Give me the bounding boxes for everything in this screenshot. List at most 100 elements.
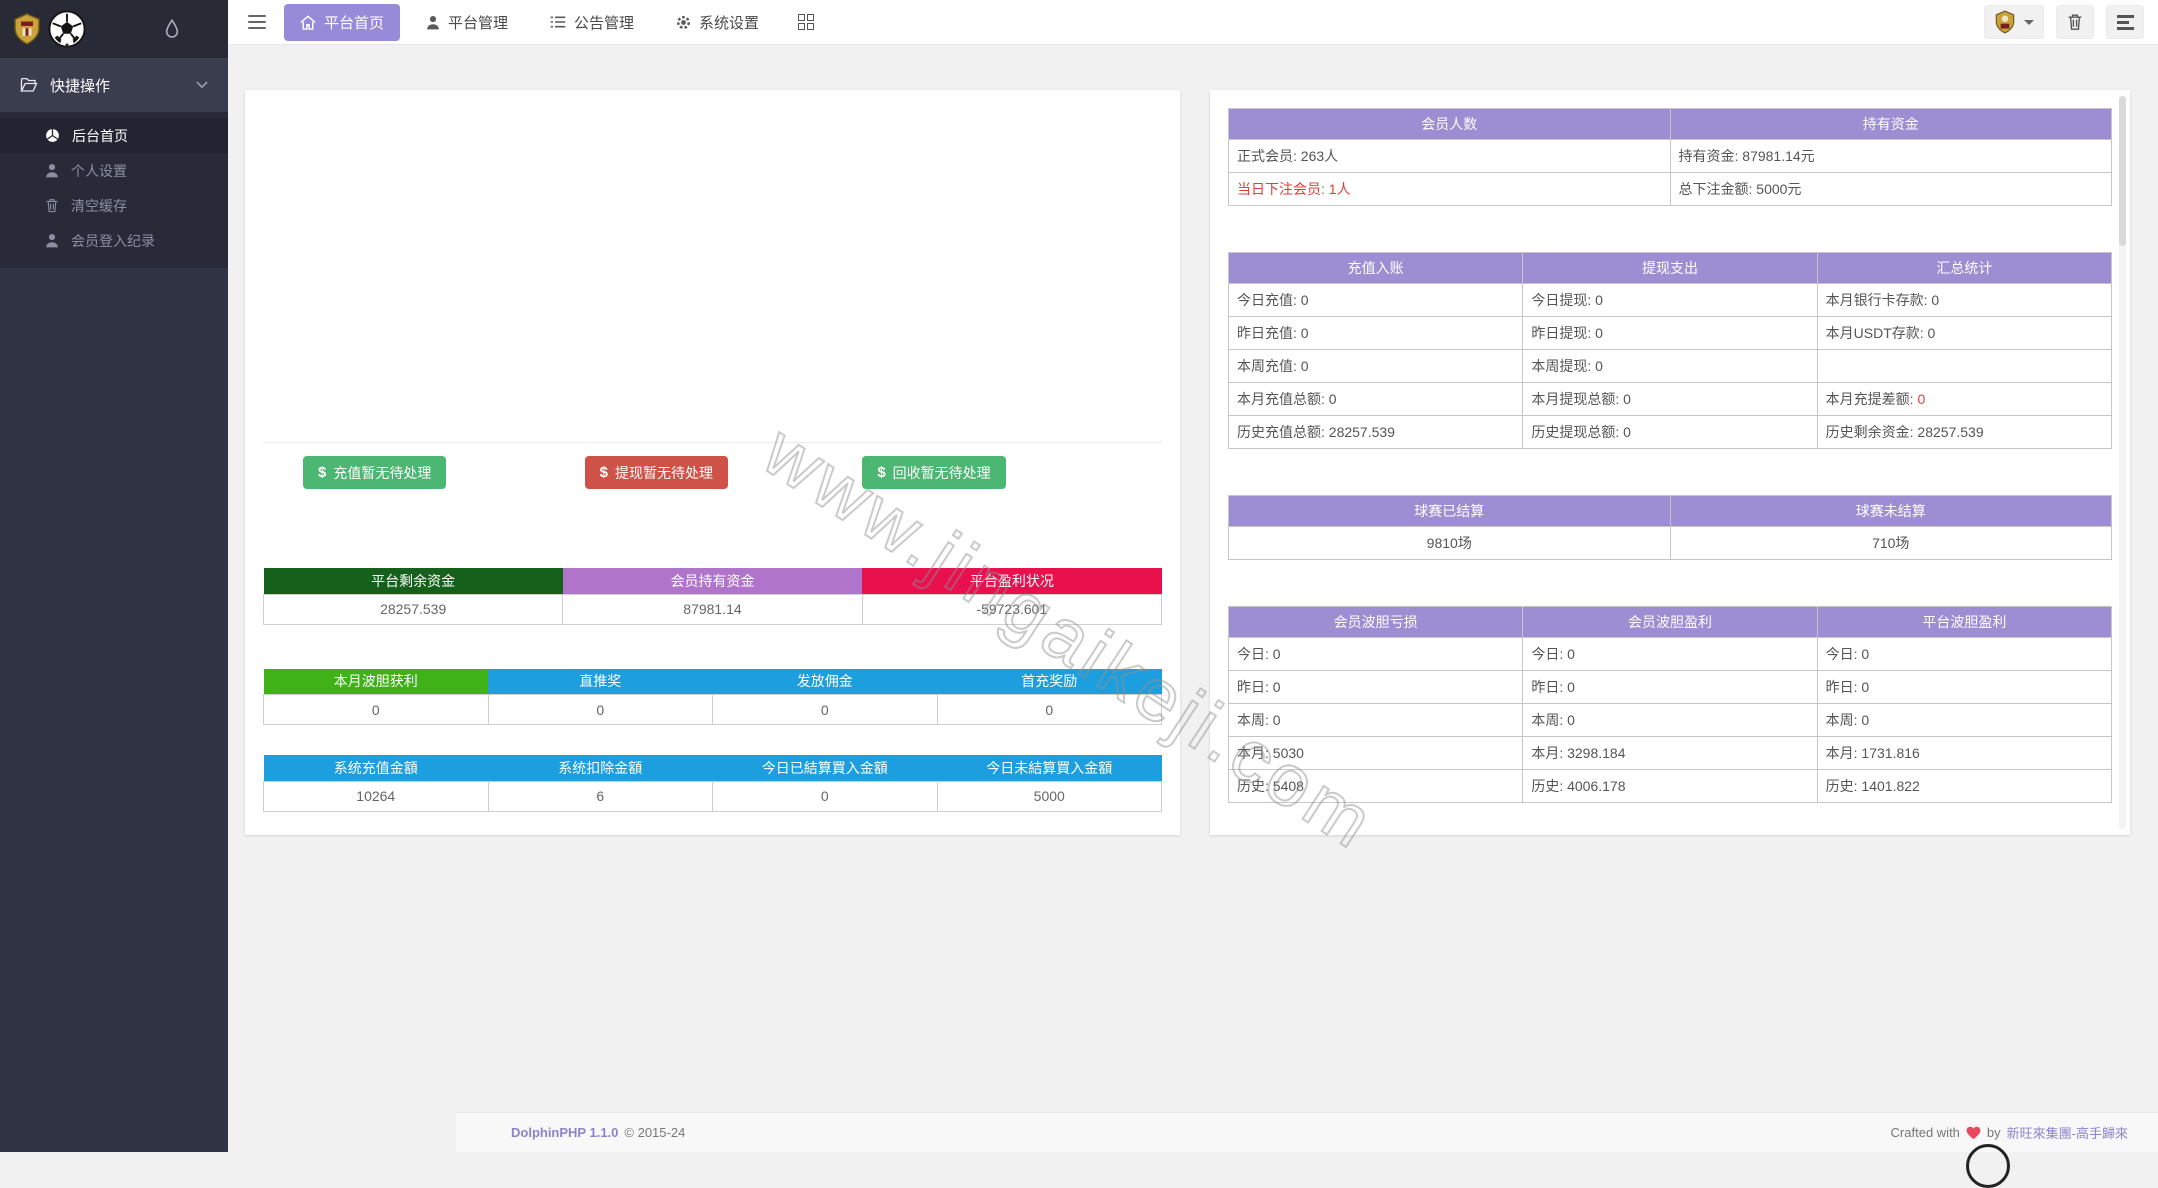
stat-table-value: 87981.14 [562, 593, 863, 625]
stat-table: 系统充值金額 系统扣除金額 今日已結算買入金額 今日未結算買入金額 10264 6 0 500… [263, 755, 1162, 812]
cell-text: 今日: 0 [1825, 646, 1870, 662]
cell-text: 本周: 0 [1825, 712, 1870, 728]
dashboard-pie-icon [45, 128, 60, 143]
info-cell: 总下注金额: 5000元 [1669, 172, 2112, 206]
chart-placeholder [263, 90, 1162, 443]
info-table-row: 本周: 0 本周: 0 本周: 0 [1227, 703, 2113, 737]
cell-text: 本周充值: 0 [1237, 358, 1309, 374]
cell-text: 本月充值总额: 0 [1237, 391, 1337, 407]
stat-table-header-row: 本月波胆获利 直推奖 发放佣金 首充奖励 [263, 668, 1162, 695]
info-table-row: 昨日充值: 0 昨日提现: 0 本月USDT存款: 0 [1227, 316, 2113, 350]
cell-text: 历史: 5408 [1237, 778, 1304, 794]
footer-copyright: © 2015-24 [624, 1125, 686, 1140]
folder-open-icon [20, 77, 38, 93]
info-cell [1816, 349, 2113, 383]
scrollbar[interactable] [2119, 96, 2126, 829]
info-cell: 本月充值总额: 0 [1227, 382, 1524, 416]
withdraw-pending-button[interactable]: $ 提现暂无待处理 [584, 456, 728, 489]
button-label: 充值暂无待处理 [333, 464, 432, 481]
user-icon [45, 163, 59, 178]
info-cell: 本周: 0 [1816, 703, 2113, 737]
sidebar-item-personal-settings[interactable]: 个人设置 [0, 153, 228, 188]
info-table-row: 今日充值: 0 今日提现: 0 本月银行卡存款: 0 [1227, 283, 2113, 317]
info-cell: 持有资金: 87981.14元 [1669, 139, 2112, 173]
soccer-ball-logo-icon [48, 10, 86, 48]
info-cell: 今日: 0 [1816, 637, 2113, 671]
dollar-icon: $ [318, 464, 327, 481]
cell-text: 今日: 0 [1237, 646, 1281, 662]
clear-cache-button[interactable] [2056, 5, 2094, 39]
sidebar-submenu: 后台首页 个人设置 清空缓存 会员登入纪录 [0, 112, 228, 268]
info-table-row: 当日下注会员: 1人 总下注金额: 5000元 [1228, 172, 2112, 206]
stat-table: 本月波胆获利 直推奖 发放佣金 首充奖励 0 0 0 0 [263, 668, 1162, 725]
main-area: 平台首页 平台管理 公告管理 系统设置 $ 充值暂无待处理 $ 提现暂无待处理 … [228, 0, 2158, 1152]
sidebar-item-clear-cache[interactable]: 清空缓存 [0, 188, 228, 223]
align-bars-icon [2116, 14, 2134, 30]
info-table-members-funds: 会员人数 持有资金 正式会员: 263人 持有资金: 87981.14元 当日下注会员:… [1228, 108, 2112, 206]
stat-table-value: 0 [487, 694, 713, 725]
deposit-pending-button[interactable]: $ 充值暂无待处理 [303, 456, 447, 489]
tab-system-settings[interactable]: 系统设置 [660, 4, 775, 41]
left-panel: $ 充值暂无待处理 $ 提现暂无待处理 $ 回收暂无待处理 平台剩余资金 会员持有… [245, 90, 1180, 835]
stat-table-header: 今日未結算買入金額 [937, 755, 1162, 781]
tab-platform-management[interactable]: 平台管理 [410, 4, 524, 41]
info-table-header: 球赛已结算 [1228, 495, 1671, 527]
stat-table-header: 发放佣金 [712, 668, 937, 695]
tab-label: 平台管理 [448, 14, 509, 32]
stat-table-value: 0 [263, 694, 489, 725]
cell-text: 今日: 0 [1531, 646, 1575, 662]
stat-table-value: 6 [487, 780, 713, 812]
footer-brand-link[interactable]: DolphinPHP 1.1.0 [511, 1125, 618, 1140]
info-table-row: 本月: 5030 本月: 3298.184 本月: 1731.816 [1227, 736, 2113, 770]
droplet-icon[interactable] [164, 18, 180, 40]
sidebar-item-member-login-records[interactable]: 会员登入纪录 [0, 223, 228, 258]
info-cell: 今日提现: 0 [1522, 283, 1818, 317]
stat-table-header: 直推奖 [488, 668, 713, 695]
tab-announcement-management[interactable]: 公告管理 [534, 4, 650, 41]
stat-table-value-row: 28257.539 87981.14 -59723.601 [262, 593, 1163, 625]
info-cell: 昨日: 0 [1227, 670, 1524, 704]
logo-area [0, 0, 228, 58]
chevron-down-icon [196, 81, 208, 89]
hamburger-menu-icon[interactable] [244, 11, 270, 33]
gear-icon [676, 15, 691, 30]
info-table-row: 昨日: 0 昨日: 0 昨日: 0 [1227, 670, 2113, 704]
sidebar-item-dashboard[interactable]: 后台首页 [0, 118, 228, 153]
cell-text: 历史: 4006.178 [1531, 778, 1626, 794]
recycle-pending-button[interactable]: $ 回收暂无待处理 [862, 456, 1006, 489]
right-panel: 会员人数 持有资金 正式会员: 263人 持有资金: 87981.14元 当日下注会员:… [1210, 90, 2130, 835]
user-icon [45, 233, 59, 248]
info-cell: 本月: 1731.816 [1816, 736, 2113, 770]
apps-grid-icon[interactable] [791, 7, 821, 37]
stat-table-header: 平台盈利状况 [862, 568, 1162, 594]
info-cell: 历史剩余资金: 28257.539 [1816, 415, 2113, 449]
cell-text: 昨日充值: 0 [1237, 325, 1309, 341]
sidebar-group-quick-actions[interactable]: 快捷操作 [0, 58, 228, 112]
stat-table-value-row: 0000 [263, 694, 1162, 725]
caret-down-icon [2024, 19, 2034, 25]
cell-text: 历史提现总额: 0 [1531, 424, 1631, 440]
stat-table-value: 0 [712, 694, 938, 725]
cell-text: 历史充值总额: 28257.539 [1237, 424, 1395, 440]
back-to-top-button[interactable] [1966, 1144, 2010, 1188]
info-table-header: 会员波胆亏损 [1227, 606, 1524, 638]
right-card-tables: 会员人数 持有资金 正式会员: 263人 持有资金: 87981.14元 当日下注会员:… [1227, 108, 2113, 803]
cell-text: 今日充值: 0 [1237, 292, 1309, 308]
info-cell: 昨日提现: 0 [1522, 316, 1818, 350]
log-menu-button[interactable] [2106, 5, 2144, 39]
sidebar-group-label: 快捷操作 [50, 77, 111, 95]
stat-table-header-row: 平台剩余资金 会员持有资金 平台盈利状况 [263, 568, 1162, 594]
cell-text: 本月银行卡存款: 0 [1825, 292, 1940, 308]
tab-platform-home[interactable]: 平台首页 [284, 3, 401, 41]
info-cell: 710场 [1669, 526, 2112, 560]
stat-table-value: 10264 [263, 780, 489, 812]
avatar [1994, 10, 2016, 34]
cell-text: 总下注金额: 5000元 [1678, 181, 1802, 197]
cell-text: 历史剩余资金: 28257.539 [1825, 424, 1984, 440]
cell-text: 本周: 0 [1237, 712, 1281, 728]
stat-table-header: 系统扣除金額 [488, 755, 713, 781]
avatar-dropdown-button[interactable] [1984, 5, 2044, 39]
info-cell: 昨日: 0 [1816, 670, 2113, 704]
footer-company-link[interactable]: 新旺來集團-高手歸來 [2007, 1123, 2128, 1142]
stat-table-header: 今日已結算買入金額 [712, 755, 937, 781]
